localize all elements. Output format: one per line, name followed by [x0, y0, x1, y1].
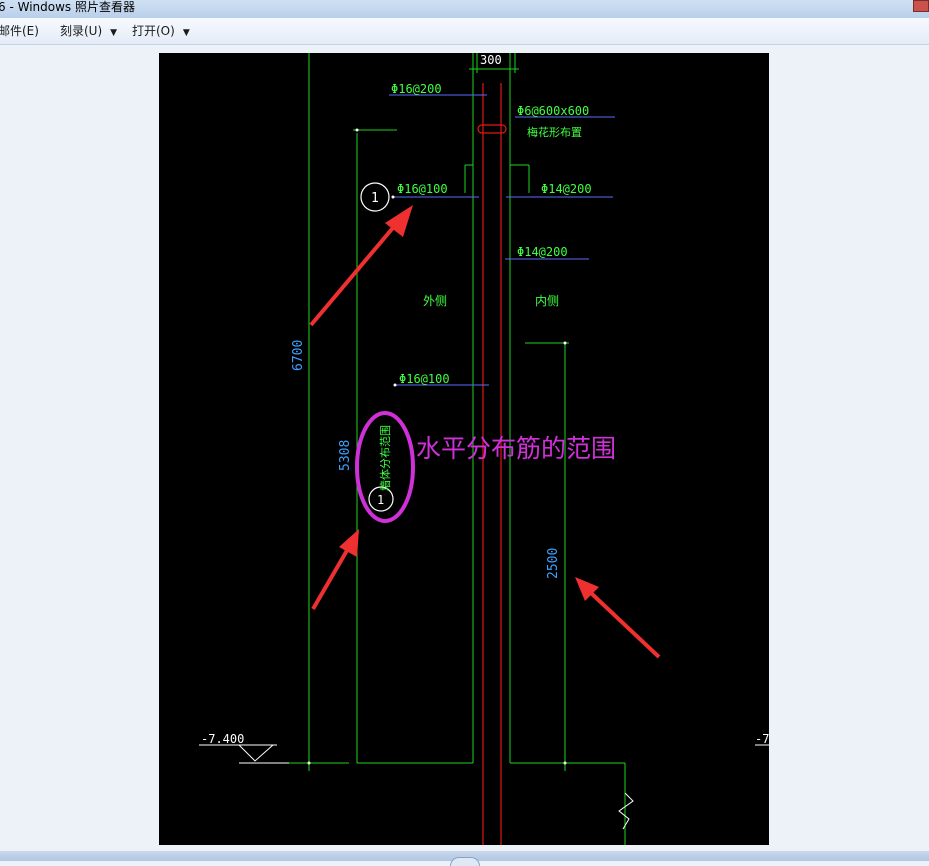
dim-300: 300 [480, 53, 502, 67]
tie-note: 梅花形布置 [527, 125, 582, 139]
status-bar [0, 851, 929, 866]
title-bar: 6 - Windows 照片查看器 [0, 0, 929, 18]
elevation-right: -7 [755, 732, 769, 746]
vertical-note: 墙体分布范围 [378, 425, 392, 491]
dim-2500: 2500 [546, 548, 561, 579]
rebar-lines [477, 83, 507, 845]
tie-label: Φ6@600x600 [517, 104, 589, 118]
chevron-down-icon: ▼ [110, 28, 118, 38]
rebar-outer-label: Φ16@100 [397, 182, 448, 196]
rebar-mid-label: Φ16@100 [399, 372, 450, 386]
close-icon[interactable] [913, 0, 929, 12]
chevron-down-icon: ▼ [182, 28, 190, 38]
rebar-inner-label: Φ14@200 [541, 182, 592, 196]
elevation-left: -7.400 [201, 732, 244, 746]
cad-drawing-image[interactable]: 300 Φ16@200 Φ6@600x600 梅花形布置 Φ16@100 Φ14… [159, 53, 769, 845]
menu-open-label: 打开(O) [132, 24, 175, 38]
image-viewport[interactable]: 300 Φ16@200 Φ6@600x600 梅花形布置 Φ16@100 Φ14… [0, 45, 929, 851]
rebar-inner2-label: Φ14@200 [517, 245, 568, 259]
dim-5308: 5308 [338, 440, 353, 471]
callout-number: 1 [371, 191, 379, 206]
menu-open[interactable]: 打开(O) ▼ [132, 18, 190, 46]
rebar-top-label: Φ16@200 [391, 82, 442, 96]
menu-email-label: 邮件(E) [0, 24, 39, 38]
callout-number-lower: 1 [377, 493, 384, 507]
menu-burn-label: 刻录(U) [60, 24, 103, 38]
window-title: 6 - Windows 照片查看器 [0, 0, 135, 14]
menu-burn[interactable]: 刻录(U) ▼ [60, 18, 117, 46]
annotation-text: 水平分布筋的范围 [416, 434, 616, 463]
dim-6700: 6700 [291, 340, 306, 371]
menu-bar: 邮件(E) 刻录(U) ▼ 打开(O) ▼ [0, 18, 929, 45]
inner-side-label: 内侧 [535, 294, 559, 308]
elevation-markers [199, 744, 769, 830]
cad-drawing-svg: 300 Φ16@200 Φ6@600x600 梅花形布置 Φ16@100 Φ14… [199, 53, 769, 845]
outer-side-label: 外侧 [423, 294, 447, 308]
zoom-icon[interactable] [450, 857, 480, 866]
menu-email[interactable]: 邮件(E) [0, 18, 39, 44]
